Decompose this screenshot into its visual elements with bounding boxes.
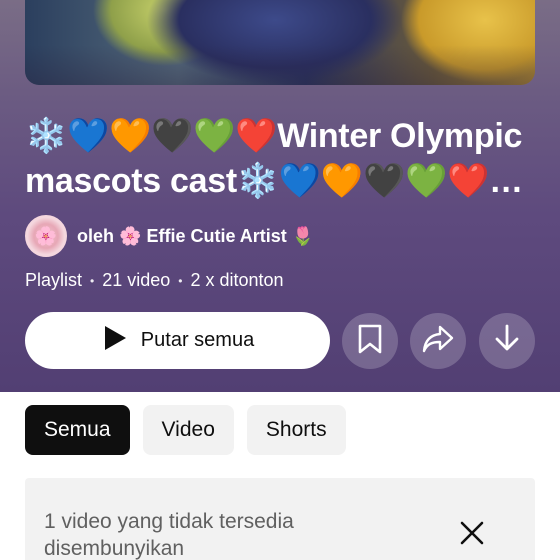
playlist-header: ❄️💙🧡🖤💚❤️Winter Olympic mascots cast❄️💙🧡🖤… xyxy=(0,0,560,392)
owner-name[interactable]: 🌸 Effie Cutie Artist 🌷 xyxy=(119,226,314,246)
playlist-meta: Playlist • 21 video • 2 x ditonton xyxy=(25,270,284,291)
play-icon xyxy=(101,325,127,357)
play-all-button[interactable]: Putar semua xyxy=(25,312,330,369)
playlist-owner[interactable]: 🌸 oleh 🌸 Effie Cutie Artist 🌷 xyxy=(25,214,314,258)
filter-chips: Semua Video Shorts xyxy=(25,405,346,455)
view-count: 2 x ditonton xyxy=(190,270,284,290)
video-count: 21 video xyxy=(102,270,171,290)
playlist-type: Playlist xyxy=(25,270,83,290)
bookmark-icon xyxy=(357,324,383,359)
hidden-videos-notice: 1 video yang tidak tersedia disembunyika… xyxy=(25,478,535,560)
save-button[interactable] xyxy=(342,313,398,369)
download-button[interactable] xyxy=(479,313,535,369)
close-button[interactable] xyxy=(457,520,487,550)
separator-dot: • xyxy=(90,273,95,288)
playlist-thumbnail[interactable] xyxy=(25,0,535,85)
play-all-label: Putar semua xyxy=(140,329,255,351)
download-icon xyxy=(493,324,521,359)
playlist-title: ❄️💙🧡🖤💚❤️Winter Olympic mascots cast❄️💙🧡🖤… xyxy=(25,117,523,200)
separator-dot: • xyxy=(178,273,183,288)
chip-video[interactable]: Video xyxy=(142,405,234,455)
share-icon xyxy=(422,325,454,358)
share-button[interactable] xyxy=(410,313,466,369)
close-icon xyxy=(460,521,484,550)
chip-shorts[interactable]: Shorts xyxy=(246,405,346,455)
owner-avatar[interactable]: 🌸 xyxy=(25,215,67,257)
chip-all[interactable]: Semua xyxy=(25,405,130,455)
notice-text: 1 video yang tidak tersedia disembunyika… xyxy=(44,510,294,560)
owner-prefix: oleh xyxy=(77,225,115,246)
